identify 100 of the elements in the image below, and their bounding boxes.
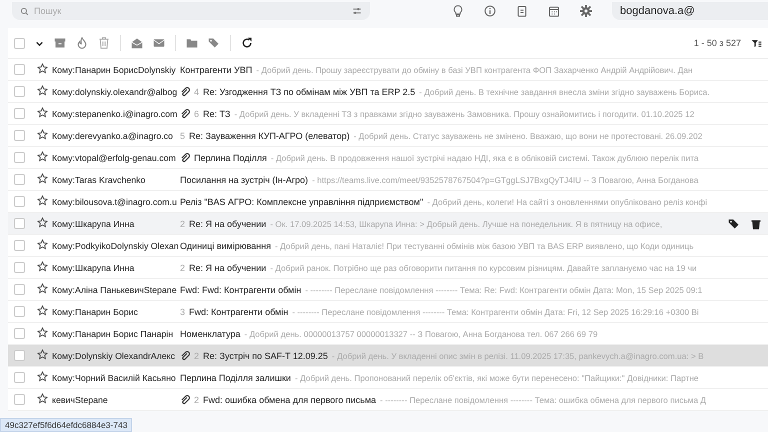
row-checkbox[interactable] bbox=[14, 86, 25, 97]
search-icon bbox=[20, 7, 29, 16]
recipient: Кому:Чорний Василій Касьяно bbox=[52, 372, 177, 382]
message-row[interactable]: Кому:Шкарупа Инна 2 Re: Я на обучении - Ок. 17.09.2025 14:53, Шкарупа Инна: > Добрый день. Лучше на понедельник. Я в пятницу на офисе, bbox=[8, 213, 768, 235]
message-subject: Fwd: Fwd: Контрагенти обмін bbox=[180, 284, 302, 294]
account-name[interactable]: bogdanova.a@ bbox=[612, 2, 768, 20]
recipient: Кому:dolynskiy.olexandr@albog bbox=[52, 86, 178, 96]
tag-icon[interactable] bbox=[728, 218, 740, 230]
message-row[interactable]: Кому:Чорний Василій Касьяно Перлина Поділля залишки - Добрий день. Пропонований перелік об'єктів, які може бути перенесено: "Пайщики:" Довідники: Партне bbox=[8, 367, 768, 389]
info-icon[interactable] bbox=[484, 5, 496, 17]
message-preview: - Ок. 17.09.2025 14:53, Шкарупа Инна: > Добрый день. Лучше на понедельник. Я в пятницу на офисе, bbox=[270, 218, 662, 228]
row-checkbox[interactable] bbox=[14, 218, 25, 229]
message-preview: - Добрий ранок. Потрібно ще раз обговорити питання по курсовим різницям. Давайте заплануємо час на 19 чи bbox=[270, 262, 697, 272]
clipboard-icon[interactable] bbox=[516, 5, 528, 17]
message-subject: Посилання на зустріч (Ін-Агро) bbox=[180, 174, 308, 184]
star-icon[interactable] bbox=[37, 216, 48, 228]
star-icon[interactable] bbox=[37, 62, 48, 74]
star-icon[interactable] bbox=[37, 304, 48, 316]
recipient: Кому:Dolynskiy OlexandrАлекс bbox=[52, 350, 176, 360]
row-checkbox[interactable] bbox=[14, 372, 25, 383]
thread-count: 4 bbox=[194, 86, 200, 96]
thread-count: 6 bbox=[194, 108, 200, 118]
message-preview: - -------- Переслане повідомлення -------- Тема: Контрагенти обмін Дата: Fri, 12 Sep 2025 16:29:16 +0300 Ві bbox=[292, 306, 699, 316]
recipient: Кому:vtopal@erfolg-genau.com bbox=[52, 152, 177, 162]
row-checkbox[interactable] bbox=[14, 196, 25, 207]
message-row[interactable]: Кому:Taras Kravchenko Посилання на зустріч (Ін-Агро) - https://teams.live.com/meet/9352578767504?p=GTggLSJ7BxgQyTJ4IU -- З Повагою, Анна Богданова bbox=[8, 169, 768, 191]
recipient: Кому:Панарин Борис bbox=[52, 306, 139, 316]
message-row[interactable]: Кому:stepanenko.i@inagro.com 6 Re: ТЗ - Добрий день. У вкладенні ТЗ з правками згідно зауважень Замовника. Прошу ознайомитись і погодити. 01.10.2025 12 bbox=[8, 103, 768, 125]
message-row[interactable]: Кому:Шкарупа Инна 2 Re: Я на обучении - Добрий ранок. Потрібно ще раз обговорити питання по курсовим різницям. Давайте заплануємо час на 19 чи bbox=[8, 257, 768, 279]
star-icon[interactable] bbox=[37, 84, 48, 96]
archive-icon[interactable] bbox=[54, 37, 66, 49]
row-checkbox[interactable] bbox=[14, 262, 25, 273]
message-row[interactable]: Кому:dolynskiy.olexandr@albog 4 Re: Узгодження ТЗ по обмінам між УВП та ERP 2.5 - Добрий день. В технічне завдання внесла зміни згідно зауважень Бориса. bbox=[8, 81, 768, 103]
message-subject: Fwd: ошибка обмена для первого письма bbox=[203, 394, 376, 404]
row-checkbox[interactable] bbox=[14, 174, 25, 185]
message-preview: - https://teams.live.com/meet/9352578767504?p=GTggLSJ7BxgQyTJ4IU -- З Повагою, Анна Богданова bbox=[312, 174, 698, 184]
star-icon[interactable] bbox=[37, 194, 48, 206]
message-subject: Re: Я на обучении bbox=[189, 218, 266, 228]
star-icon[interactable] bbox=[37, 370, 48, 382]
lightbulb-icon[interactable] bbox=[452, 5, 464, 17]
message-subject: Контрагенти УВП bbox=[180, 64, 252, 74]
star-icon[interactable] bbox=[37, 172, 48, 184]
row-checkbox[interactable] bbox=[14, 328, 25, 339]
thread-count: 3 bbox=[180, 306, 186, 316]
message-subject: Номенклатура bbox=[180, 328, 240, 338]
settings-icon[interactable] bbox=[580, 5, 592, 17]
message-row[interactable]: кевичStepane 2 Fwd: ошибка обмена для первого письма - -------- Переслане повідомлення -------- Тема: ошибка обмена для первого письма Д bbox=[8, 389, 768, 411]
recipient: Кому:Шкарупа Инна bbox=[52, 262, 136, 272]
message-row[interactable]: Кому:Аліна ПанькевичStepane Fwd: Fwd: Контрагенти обмін - -------- Переслане повідомлення -------- Тема: Re: Fwd: Контрагенти обмін Дата: Mon, 15 Sep 2025 09:1 bbox=[8, 279, 768, 301]
recipient: Кому:Taras Kravchenko bbox=[52, 174, 146, 184]
calendar-icon[interactable] bbox=[548, 5, 560, 17]
row-checkbox[interactable] bbox=[14, 240, 25, 251]
thread-count: 2 bbox=[180, 262, 186, 272]
message-row[interactable]: Кому:Панарин БорисDolynskiy Контрагенти УВП - Добрий день. Прошу зареєструвати до обміну в базі УВП контрагента ФОП Захарченко Андрій Андрійович. Дан bbox=[8, 59, 768, 81]
refresh-icon[interactable] bbox=[241, 37, 253, 49]
row-checkbox[interactable] bbox=[14, 108, 25, 119]
star-icon[interactable] bbox=[37, 348, 48, 360]
star-icon[interactable] bbox=[37, 260, 48, 272]
star-icon[interactable] bbox=[37, 392, 48, 404]
message-preview: - Добрий день, пані Наталіє! При тестуванні обмінів між базою УВП та BAS ERP виявлено, що Коди одиниць bbox=[274, 240, 694, 250]
message-preview: - Добрий день. В технічне завдання внесла зміни згідно зауважень Бориса. bbox=[419, 86, 710, 96]
pagination-range: 1 - 50 з 527 bbox=[694, 38, 741, 48]
message-subject: Re: Узгодження ТЗ по обмінам між УВП та ERP 2.5 bbox=[203, 86, 416, 96]
row-checkbox[interactable] bbox=[14, 350, 25, 361]
trash-icon[interactable] bbox=[750, 218, 762, 230]
message-row[interactable]: Кому:Панарин Борис 3 Fwd: Контрагенти обмін - -------- Переслане повідомлення -------- Тема: Контрагенти обмін Дата: Fri, 12 Sep 2025 16:29:16 +0300 Ві bbox=[8, 301, 768, 323]
recipient: Кому:stepanenko.i@inagro.com bbox=[52, 108, 178, 118]
row-checkbox[interactable] bbox=[14, 64, 25, 75]
message-row[interactable]: Кому:derevyanko.a@inagro.co 5 Re: Зауваження КУП-АГРО (елеватор) - Добрий день. Статус зауважень не змінено. Вважаю, що вони не протестовані. 26.09.202 bbox=[8, 125, 768, 147]
star-icon[interactable] bbox=[37, 326, 48, 338]
message-preview: - -------- Переслане повідомлення -------- Тема: ошибка обмена для первого письма Д bbox=[380, 394, 706, 404]
search-field[interactable]: Пошук bbox=[12, 2, 370, 20]
row-checkbox[interactable] bbox=[14, 306, 25, 317]
recipient: Кому:bilousova.t@inagro.com.u bbox=[52, 196, 178, 206]
recipient: Кому:Панарин БорисDolynskiy bbox=[52, 64, 177, 74]
message-row[interactable]: Кому:vtopal@erfolg-genau.com Перлина Поділля - Добрий день. В продовження нашої зустрічі надаю НДІ, яка є в обліковій системі. Також дублюю перелік пита bbox=[8, 147, 768, 169]
sliders-icon[interactable] bbox=[352, 6, 362, 16]
filter-list-icon[interactable] bbox=[751, 38, 762, 48]
star-icon[interactable] bbox=[37, 106, 48, 118]
recipient: Кому:Панарин Борис Панарін bbox=[52, 328, 174, 338]
star-icon[interactable] bbox=[37, 128, 48, 140]
row-checkbox[interactable] bbox=[14, 284, 25, 295]
row-checkbox[interactable] bbox=[14, 130, 25, 141]
flame-icon[interactable] bbox=[76, 37, 88, 49]
row-checkbox[interactable] bbox=[14, 394, 25, 405]
select-all-checkbox[interactable] bbox=[14, 38, 25, 48]
tags-icon[interactable] bbox=[208, 37, 220, 49]
star-icon[interactable] bbox=[37, 238, 48, 250]
message-row[interactable]: Кому:PodkyikoDolynskiy Olexan Одиниці вимірювання - Добрий день, пані Наталіє! При тестуванні обмінів між базою УВП та BAS ERP виявлено, що Коди одиниць bbox=[8, 235, 768, 257]
open-envelope-icon[interactable] bbox=[131, 37, 143, 49]
star-icon[interactable] bbox=[37, 150, 48, 162]
message-preview: - Добрий день. У вкладенні ТЗ з правками згідно зауважень Замовника. Прошу ознайомитись і погодити. 01.10.2025 12 bbox=[234, 108, 694, 118]
star-icon[interactable] bbox=[37, 282, 48, 294]
folder-icon[interactable] bbox=[186, 37, 198, 49]
recipient: Кому:derevyanko.a@inagro.co bbox=[52, 130, 174, 140]
message-subject: Перлина Поділля bbox=[194, 152, 267, 162]
thread-count: 2 bbox=[180, 218, 186, 228]
envelope-icon[interactable] bbox=[153, 37, 165, 49]
message-preview: - Добрий день, колеги! На сайті з оновленнями опубліковано реліз конфі bbox=[427, 196, 708, 206]
row-checkbox[interactable] bbox=[14, 152, 25, 163]
